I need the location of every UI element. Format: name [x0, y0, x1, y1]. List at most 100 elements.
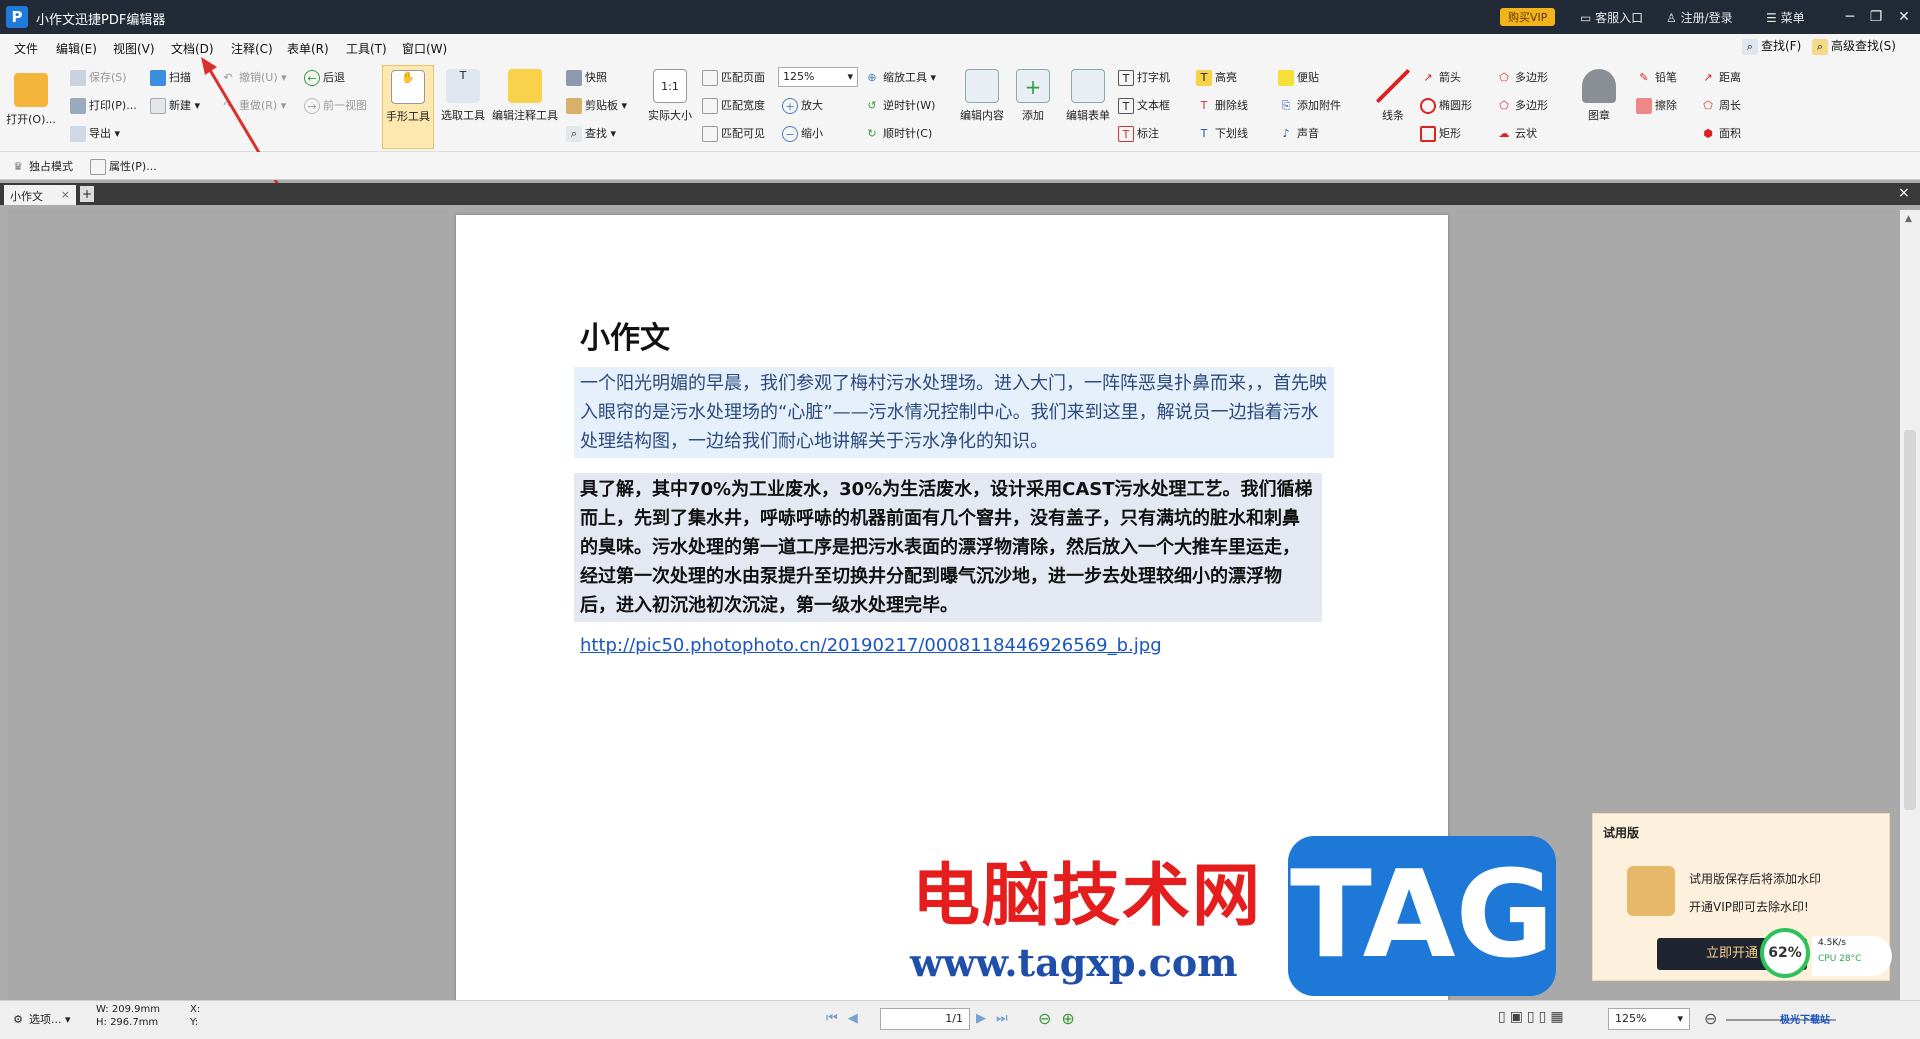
polygon-button[interactable]: ⬠ 多边形 [1496, 69, 1548, 86]
highlight-button[interactable]: T 高亮 [1196, 69, 1237, 86]
snapshot-button[interactable]: 快照 [566, 69, 607, 86]
page-nav-first-prev[interactable]: ⏮◀ [826, 1011, 868, 1026]
back-arrow-icon: ← [304, 70, 320, 86]
new-button[interactable]: 新建 ▾ [150, 97, 200, 114]
rotate-ccw-button[interactable]: ↺ 逆时针(W) [864, 97, 935, 114]
save-button[interactable]: 保存(S) [70, 69, 127, 86]
zoom-select[interactable]: 125% ▾ [778, 67, 858, 87]
perimeter-button[interactable]: ⬠ 周长 [1700, 97, 1741, 114]
print-button[interactable]: 打印(P)... [70, 97, 137, 114]
previous-view-button[interactable]: → 前一视图 [304, 97, 367, 114]
trial-line-1: 试用版保存后将添加水印 [1689, 872, 1822, 886]
page-layout-icons[interactable]: ▯▣▯▯▦ [1498, 1009, 1568, 1025]
main-menu-button[interactable]: ☰ 菜单 [1766, 9, 1805, 26]
zoom-tool-button[interactable]: ⊕ 缩放工具 ▾ [864, 69, 936, 86]
rotate-cw-button[interactable]: ↻ 顺时针(C) [864, 125, 932, 142]
line-button[interactable]: 线条 [1368, 69, 1418, 123]
buy-vip-button[interactable]: 购买VIP [1500, 8, 1556, 26]
export-button[interactable]: 导出 ▾ [70, 125, 120, 142]
vertical-scrollbar[interactable]: ▲ [1900, 210, 1920, 1000]
menu-window[interactable]: 窗口(W) [402, 40, 447, 57]
strikethrough-button[interactable]: T 删除线 [1196, 97, 1248, 114]
cloud-button[interactable]: ☁ 云状 [1496, 125, 1538, 142]
edit-form-button[interactable]: 编辑表单 [1060, 69, 1116, 123]
history-nav-icons[interactable]: ⊖⊕ [1038, 1009, 1085, 1028]
textbox-icon: T [1118, 98, 1134, 114]
sticky-note-button[interactable]: 便贴 [1278, 69, 1319, 86]
eraser-button[interactable]: 擦除 [1636, 97, 1677, 114]
scanner-icon [150, 70, 166, 86]
polyline-button[interactable]: ⬠ 多边形 [1496, 97, 1548, 114]
textbox-button[interactable]: T 文本框 [1118, 97, 1170, 114]
add-button[interactable]: + 添加 [1010, 69, 1056, 123]
open-button[interactable]: 打开(O)... [6, 73, 56, 127]
callout-button[interactable]: T 标注 [1118, 125, 1159, 142]
fit-width-button[interactable]: 匹配宽度 [702, 97, 765, 114]
search-button[interactable]: ⌕ 查找 ▾ [566, 125, 616, 142]
menu-view[interactable]: 视图(V) [113, 40, 155, 57]
page-number-input[interactable]: 1/1 [880, 1008, 970, 1030]
tab-xiaozuowen[interactable]: 小作文 × [4, 185, 76, 205]
menu-file[interactable]: 文件 [14, 40, 38, 57]
select-tool-button[interactable]: T 选取工具 [436, 69, 490, 123]
menu-tools[interactable]: 工具(T) [346, 40, 387, 57]
paragraph-2[interactable]: 具了解，其中70%为工业废水，30%为生活废水，设计采用CAST污水处理工艺。我… [574, 473, 1322, 622]
trial-line-2: 开通VIP即可去除水印! [1689, 900, 1809, 914]
zoom-in-button[interactable]: + 放大 [782, 97, 823, 114]
minimize-button[interactable]: ─ [1836, 6, 1864, 28]
status-zoom-select[interactable]: 125% ▾ [1608, 1008, 1690, 1030]
advanced-find-button[interactable]: ⌕ 高级查找(S) [1812, 37, 1896, 55]
login-link[interactable]: ♙ 注册/登录 [1666, 9, 1733, 26]
ellipse-button[interactable]: 椭圆形 [1420, 97, 1472, 114]
page-nav-next-last[interactable]: ▶⏭ [976, 1011, 1018, 1026]
printer-icon [70, 98, 86, 114]
underline-button[interactable]: T 下划线 [1196, 125, 1248, 142]
actual-size-button[interactable]: 1:1 实际大小 [644, 69, 696, 123]
close-button[interactable]: ✕ [1890, 6, 1918, 28]
scroll-up-icon[interactable]: ▲ [1905, 214, 1912, 224]
paragraph-1[interactable]: 一个阳光明媚的早晨，我们参观了梅村污水处理场。进入大门，一阵阵恶臭扑鼻而来，，首… [574, 367, 1334, 458]
sound-button[interactable]: ♪ 声音 [1278, 125, 1319, 142]
fit-page-icon [702, 70, 718, 86]
stamp-button[interactable]: 图章 [1574, 69, 1624, 123]
scrollbar-thumb[interactable] [1904, 430, 1916, 810]
options-button[interactable]: ⚙ 选项... ▾ [10, 1011, 70, 1028]
restore-button[interactable]: ❐ [1862, 6, 1890, 28]
corner-watermark: 极光下载站 [1780, 1015, 1830, 1026]
edit-content-button[interactable]: 编辑内容 [954, 69, 1010, 123]
area-button[interactable]: ⬢ 面积 [1700, 125, 1741, 142]
fit-visible-button[interactable]: 匹配可见 [702, 125, 765, 142]
scan-button[interactable]: 扫描 [150, 69, 191, 86]
typewriter-button[interactable]: T 打字机 [1118, 69, 1170, 86]
tab-close-icon[interactable]: × [61, 188, 70, 201]
line-icon [1376, 69, 1410, 103]
edit-annotation-tool-button[interactable]: 编辑注释工具 [490, 69, 560, 123]
properties-button[interactable]: 属性(P)... [90, 158, 157, 175]
exclusive-mode-button[interactable]: ♛ 独占模式 [10, 158, 73, 175]
new-tab-button[interactable]: + [80, 186, 94, 202]
pencil-button[interactable]: ✎ 铅笔 [1636, 69, 1677, 86]
customer-service-link[interactable]: ▭ 客服入口 [1580, 9, 1643, 26]
actual-size-icon: 1:1 [653, 69, 687, 103]
zoom-out-button[interactable]: − 缩小 [782, 125, 823, 142]
status-bar: ⚙ 选项... ▾ W: 209.9mm H: 296.7mm X: Y: ⏮◀ … [0, 1000, 1920, 1039]
find-button[interactable]: ⌕ 查找(F) [1742, 37, 1801, 55]
document-link[interactable]: http://pic50.photophoto.cn/20190217/0008… [580, 635, 1162, 656]
attach-file-button[interactable]: ⎘ 添加附件 [1278, 97, 1341, 114]
rectangle-button[interactable]: 矩形 [1420, 125, 1461, 142]
hand-icon: ✋ [391, 70, 425, 104]
hand-tool-button[interactable]: ✋ 手形工具 [382, 65, 434, 149]
app-title: 小作文迅捷PDF编辑器 [36, 13, 166, 28]
close-document-icon[interactable]: × [1898, 185, 1910, 201]
arrow-button[interactable]: ↗ 箭头 [1420, 69, 1461, 86]
zoom-out-slider-icon[interactable]: ⊖ [1704, 1009, 1717, 1028]
advanced-find-icon: ⌕ [1812, 38, 1828, 55]
watermark-url: www.tagxp.com [910, 940, 1238, 985]
fit-page-button[interactable]: 匹配页面 [702, 69, 765, 86]
trial-popup-header: 试用版 [1603, 826, 1640, 840]
clipboard-button[interactable]: 剪贴板 ▾ [566, 97, 627, 114]
distance-button[interactable]: ↗ 距离 [1700, 69, 1741, 86]
back-button[interactable]: ← 后退 [304, 69, 345, 86]
menu-edit[interactable]: 编辑(E) [56, 40, 97, 57]
memory-usage-badge[interactable]: 62% [1760, 928, 1810, 978]
